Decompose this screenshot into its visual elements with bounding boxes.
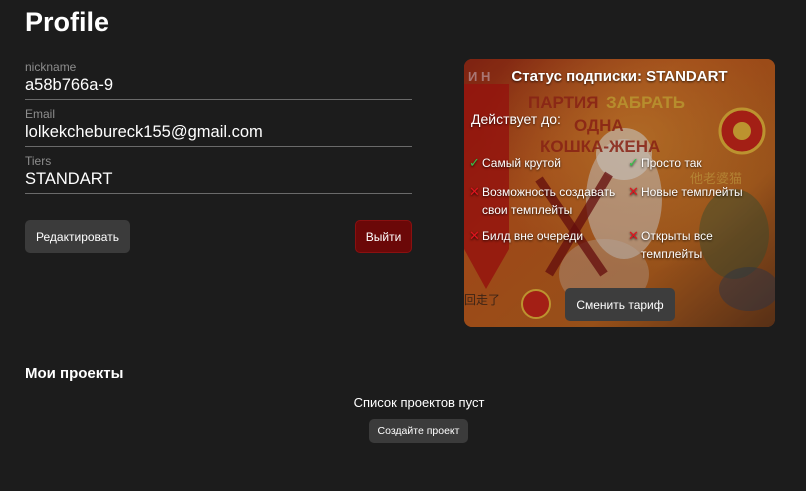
nickname-label: nickname: [25, 60, 77, 74]
projects-section-title: Мои проекты: [25, 365, 124, 382]
projects-empty-text: Список проектов пуст: [353, 395, 485, 410]
subscription-card: ПАРТИЯ ЗАБРАТЬ ОДНА КОШКА-ЖЕНА И Н 他老婆猫 …: [464, 59, 775, 327]
subscription-valid-until: Действует до:: [471, 111, 561, 127]
feature-item: ✕ Новые темплейты: [628, 183, 768, 201]
feature-label: Возможность создавать свои темплейты: [482, 185, 616, 217]
tiers-value: STANDART: [25, 170, 113, 188]
cross-icon: ✕: [628, 228, 639, 243]
email-value: lolkekchebureck155@gmail.com: [25, 123, 263, 141]
nickname-value: a58b766a-9: [25, 76, 114, 94]
feature-item: ✓ Просто так: [628, 154, 768, 172]
feature-label: Билд вне очереди: [482, 229, 584, 243]
create-project-button[interactable]: Создайте проект: [369, 419, 468, 443]
page-title: Profile: [25, 7, 110, 37]
profile-page: Profile nickname a58b766a-9 Email lolkek…: [0, 0, 806, 491]
feature-label: Открыты все темплейты: [641, 229, 713, 261]
feature-label: Самый крутой: [482, 156, 561, 170]
email-label: Email: [25, 107, 56, 121]
change-plan-button[interactable]: Сменить тариф: [565, 288, 675, 321]
feature-item: ✕ Билд вне очереди: [469, 227, 619, 245]
feature-label: Новые темплейты: [641, 185, 743, 199]
feature-item: ✕ Возможность создавать свои темплейты: [469, 183, 619, 219]
feature-item: ✓ Самый крутой: [469, 154, 619, 172]
cross-icon: ✕: [469, 184, 480, 199]
feature-item: ✕ Открыты все темплейты: [628, 227, 738, 263]
tiers-label: Tiers: [25, 154, 52, 168]
cross-icon: ✕: [469, 228, 480, 243]
check-icon: ✓: [469, 155, 480, 170]
nickname-field: nickname a58b766a-9: [25, 60, 412, 100]
edit-profile-button[interactable]: Редактировать: [25, 220, 130, 253]
cross-icon: ✕: [628, 184, 639, 199]
subscription-title: Статус подписки: STANDART: [511, 68, 728, 85]
logout-button[interactable]: Выйти: [355, 220, 412, 253]
tiers-field: Tiers STANDART: [25, 154, 412, 194]
email-field: Email lolkekchebureck155@gmail.com: [25, 107, 412, 147]
check-icon: ✓: [628, 155, 639, 170]
feature-label: Просто так: [641, 156, 702, 170]
